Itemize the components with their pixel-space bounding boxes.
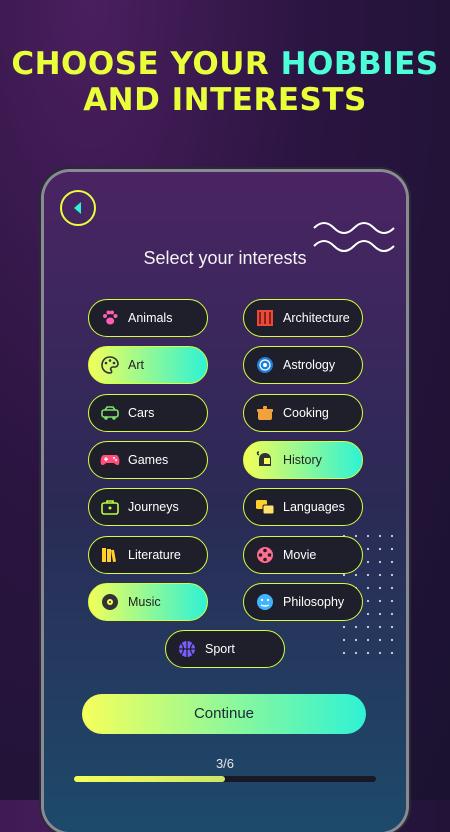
- interest-label: Astrology: [283, 358, 336, 373]
- interest-chip-movie[interactable]: Movie: [243, 535, 363, 574]
- pot-icon: [254, 402, 276, 424]
- interest-chip-music[interactable]: Music: [88, 582, 208, 621]
- back-button[interactable]: [60, 190, 96, 226]
- interest-label: Languages: [283, 500, 345, 515]
- interest-chip-architecture[interactable]: Architecture: [243, 299, 363, 337]
- film-reel-icon: [254, 544, 276, 566]
- interest-label: Animals: [128, 311, 173, 325]
- interest-label: Cars: [128, 405, 155, 420]
- interest-chip-games[interactable]: Games: [88, 440, 208, 479]
- interest-label: Literature: [128, 547, 181, 562]
- headline: CHOOSE YOUR HOBBIES AND INTERESTS: [0, 46, 450, 118]
- basketball-icon: [176, 638, 198, 660]
- interest-chip-languages[interactable]: Languages: [243, 488, 363, 527]
- headline-line2: AND INTERESTS: [83, 82, 367, 118]
- car-icon: [99, 402, 121, 424]
- interest-label: Games: [128, 452, 169, 467]
- interest-chip-journeys[interactable]: Journeys: [88, 488, 208, 527]
- interest-chip-history[interactable]: History: [243, 440, 363, 479]
- interest-label: Art: [128, 358, 144, 373]
- gamepad-icon: [99, 449, 121, 471]
- thinker-icon: [254, 591, 276, 613]
- step-indicator: 3/6: [215, 756, 235, 771]
- progress-fill: [74, 776, 225, 782]
- palette-icon: [99, 354, 121, 376]
- translate-icon: [254, 496, 276, 518]
- phone-screen: Select your interests Animals Architectur…: [44, 172, 406, 832]
- interest-chip-sport[interactable]: Sport: [165, 630, 285, 669]
- interest-label: Sport: [205, 642, 235, 657]
- interest-chip-astrology[interactable]: Astrology: [243, 346, 363, 385]
- paw-icon: [99, 307, 121, 329]
- interest-chip-philosophy[interactable]: Philosophy: [243, 582, 363, 621]
- interest-chip-animals[interactable]: Animals: [88, 299, 208, 337]
- helmet-icon: [254, 449, 276, 471]
- headline-highlight: HOBBIES: [280, 46, 439, 82]
- interest-label: Cooking: [283, 405, 329, 420]
- interest-label: Journeys: [128, 500, 179, 515]
- interest-chip-literature[interactable]: Literature: [88, 535, 208, 574]
- interest-label: History: [283, 452, 322, 467]
- interest-chip-cooking[interactable]: Cooking: [243, 393, 363, 432]
- interest-label: Movie: [283, 547, 317, 562]
- building-icon: [254, 307, 276, 329]
- screen-subtitle: Select your interests: [143, 248, 307, 268]
- interest-label: Music: [128, 594, 161, 609]
- interest-chip-art[interactable]: Art: [88, 346, 208, 385]
- interest-chip-cars[interactable]: Cars: [88, 393, 208, 432]
- interest-label: Philosophy: [283, 594, 345, 609]
- suitcase-icon: [99, 496, 121, 518]
- vinyl-icon: [99, 591, 121, 613]
- continue-button[interactable]: Continue: [82, 694, 366, 734]
- back-arrow-icon: [74, 202, 81, 214]
- zodiac-icon: [254, 354, 276, 376]
- interest-label: Architecture: [283, 311, 350, 325]
- progress-bar: [74, 776, 376, 782]
- headline-line1: CHOOSE YOUR: [11, 46, 281, 82]
- books-icon: [99, 544, 121, 566]
